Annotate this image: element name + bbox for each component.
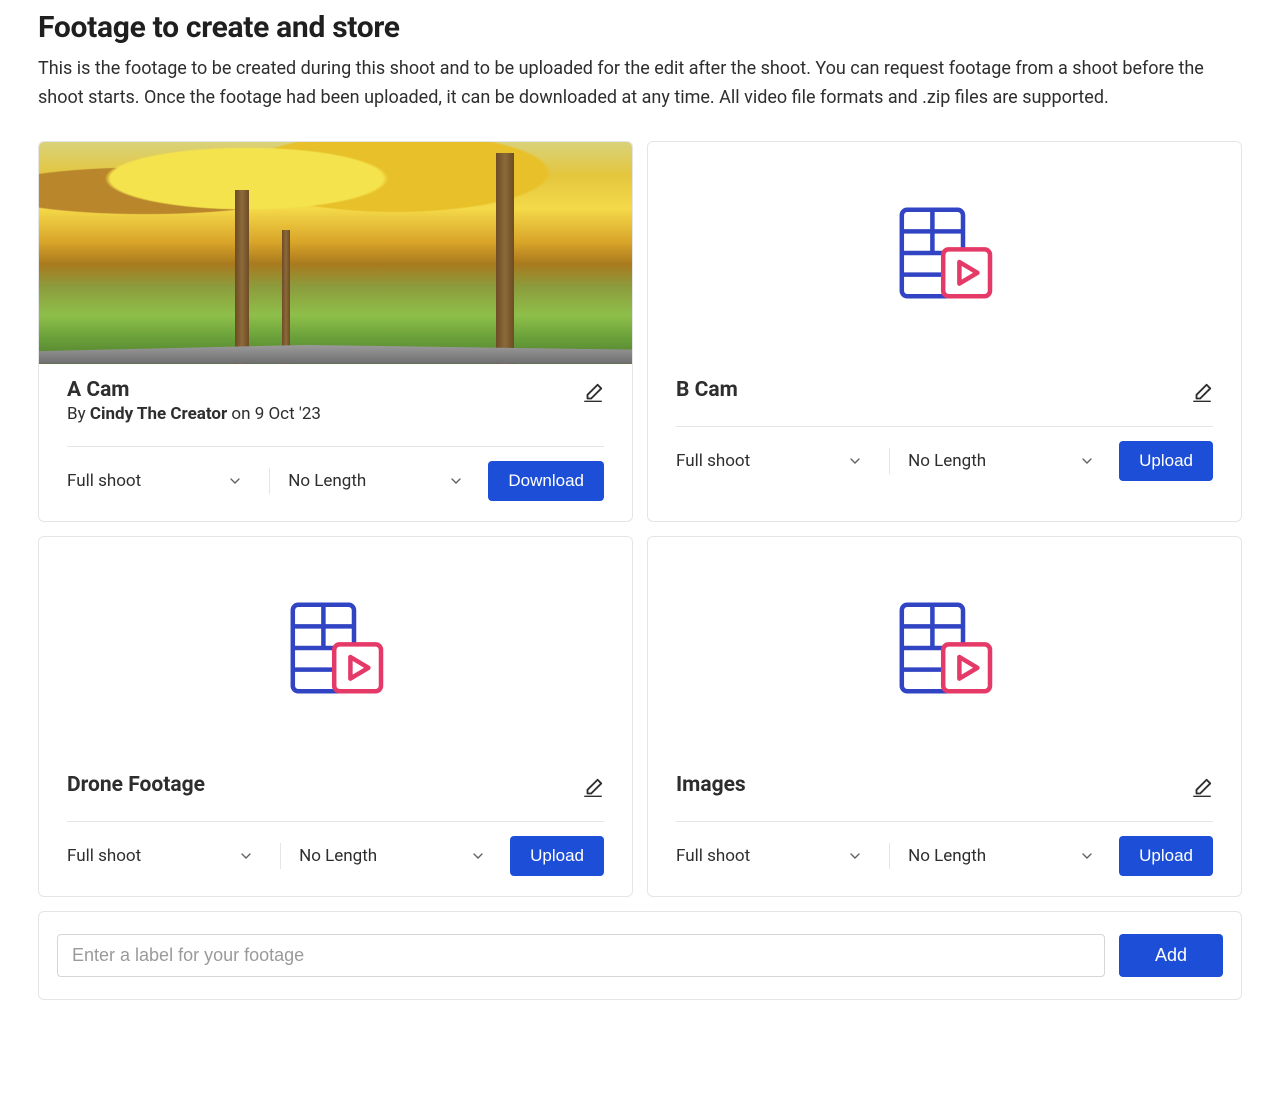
footage-thumbnail xyxy=(39,142,632,364)
footage-card-a-cam: A Cam By Cindy The Creator on 9 Oct '23 xyxy=(38,141,633,522)
edit-icon[interactable] xyxy=(1191,777,1213,799)
add-footage-row: Add xyxy=(38,911,1242,1000)
footage-card-images: Images Full shoot xyxy=(647,536,1242,897)
footage-cards-grid: A Cam By Cindy The Creator on 9 Oct '23 xyxy=(38,141,1242,897)
film-play-icon xyxy=(282,594,390,702)
page-description: This is the footage to be created during… xyxy=(38,55,1242,113)
footage-label-input[interactable] xyxy=(57,934,1105,977)
footage-title: Drone Footage xyxy=(67,773,205,797)
chevron-down-icon xyxy=(1079,453,1095,469)
divider xyxy=(676,821,1213,822)
film-play-icon xyxy=(891,594,999,702)
length-select[interactable]: No Length xyxy=(908,838,1103,874)
length-select[interactable]: No Length xyxy=(288,463,472,499)
footage-title: B Cam xyxy=(676,378,738,402)
edit-icon[interactable] xyxy=(582,382,604,404)
add-button[interactable]: Add xyxy=(1119,934,1223,977)
chevron-down-icon xyxy=(448,473,464,489)
edit-icon[interactable] xyxy=(582,777,604,799)
footage-byline: By Cindy The Creator on 9 Oct '23 xyxy=(67,404,321,424)
shoot-type-select[interactable]: Full shoot xyxy=(676,443,871,479)
upload-button[interactable]: Upload xyxy=(510,836,604,876)
edit-icon[interactable] xyxy=(1191,382,1213,404)
divider xyxy=(67,446,604,447)
footage-card-drone: Drone Footage Full shoot xyxy=(38,536,633,897)
divider xyxy=(676,426,1213,427)
upload-button[interactable]: Upload xyxy=(1119,441,1213,481)
chevron-down-icon xyxy=(470,848,486,864)
chevron-down-icon xyxy=(227,473,243,489)
shoot-type-select[interactable]: Full shoot xyxy=(676,838,871,874)
chevron-down-icon xyxy=(847,848,863,864)
footage-title: A Cam xyxy=(67,378,321,402)
shoot-type-select[interactable]: Full shoot xyxy=(67,838,262,874)
length-select[interactable]: No Length xyxy=(299,838,494,874)
divider xyxy=(67,821,604,822)
footage-thumbnail-placeholder xyxy=(39,537,632,759)
chevron-down-icon xyxy=(238,848,254,864)
chevron-down-icon xyxy=(1079,848,1095,864)
upload-button[interactable]: Upload xyxy=(1119,836,1213,876)
shoot-type-select[interactable]: Full shoot xyxy=(67,463,251,499)
footage-thumbnail-placeholder xyxy=(648,142,1241,364)
chevron-down-icon xyxy=(847,453,863,469)
footage-thumbnail-placeholder xyxy=(648,537,1241,759)
footage-card-b-cam: B Cam Full shoot xyxy=(647,141,1242,522)
footage-title: Images xyxy=(676,773,746,797)
page-title: Footage to create and store xyxy=(38,10,1242,45)
length-select[interactable]: No Length xyxy=(908,443,1103,479)
download-button[interactable]: Download xyxy=(488,461,604,501)
film-play-icon xyxy=(891,199,999,307)
